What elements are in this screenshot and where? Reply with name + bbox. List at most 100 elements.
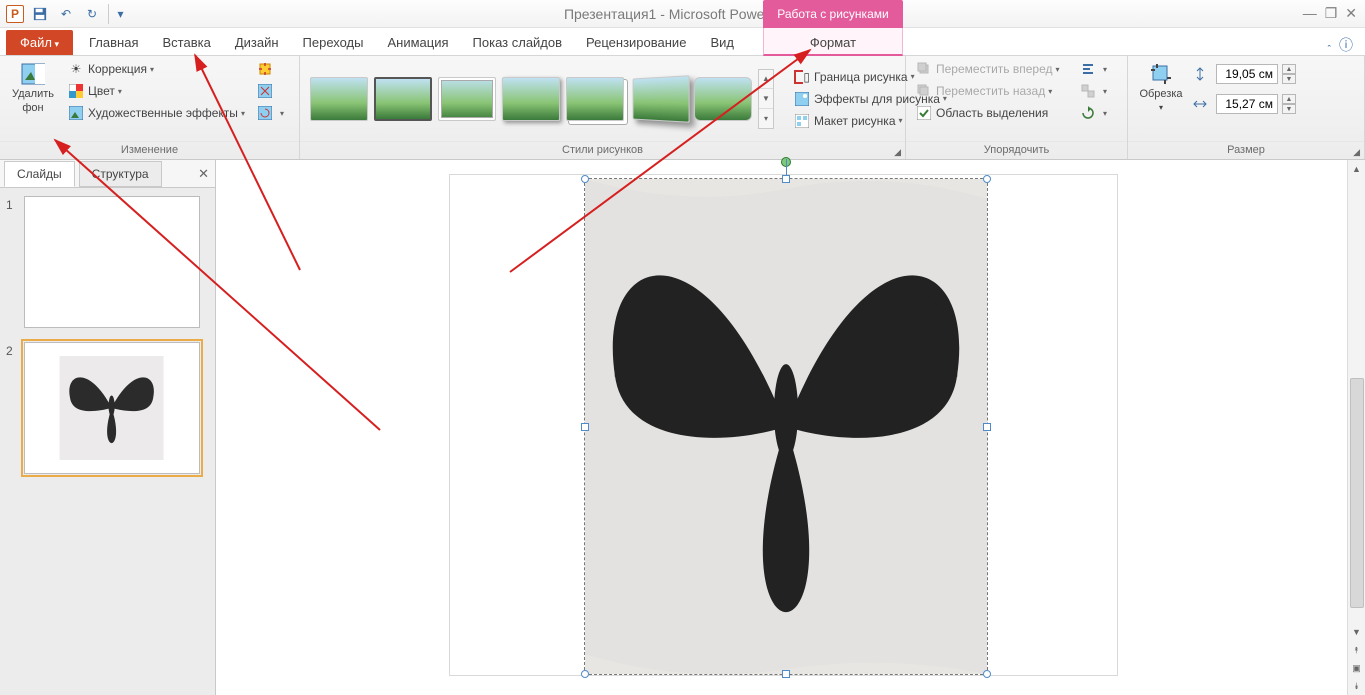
color-button[interactable]: Цвет▾ <box>64 82 249 100</box>
bring-forward-icon <box>916 61 932 77</box>
height-input[interactable] <box>1216 64 1278 84</box>
tab-outline[interactable]: Структура <box>79 161 162 187</box>
slide-thumbnail-2[interactable] <box>24 342 200 474</box>
compress-pictures-button[interactable] <box>253 60 288 78</box>
resize-handle-w[interactable] <box>581 423 589 431</box>
group-icon <box>1080 83 1096 99</box>
tab-animation[interactable]: Анимация <box>376 30 461 55</box>
compress-icon <box>257 61 273 77</box>
gallery-more-button[interactable]: ▲▼▾ <box>758 69 774 129</box>
group-objects-button[interactable]: ▾ <box>1076 82 1111 100</box>
style-thumb[interactable] <box>694 77 752 121</box>
window-title: Презентация1 - Microsoft PowerPoint <box>0 6 1365 22</box>
file-tab[interactable]: Файл <box>6 30 73 55</box>
resize-handle-s[interactable] <box>782 670 790 678</box>
spin-up-icon[interactable]: ▲ <box>1282 94 1296 104</box>
app-logo-icon[interactable]: P <box>6 5 24 23</box>
undo-icon[interactable]: ↶ <box>56 4 76 24</box>
minimize-icon[interactable]: — <box>1303 5 1317 22</box>
tab-insert[interactable]: Вставка <box>150 30 222 55</box>
remove-background-button[interactable]: Удалить фон <box>6 60 60 114</box>
redo-icon[interactable]: ↻ <box>82 4 102 24</box>
picture-styles-gallery[interactable]: ▲▼▾ <box>306 65 778 133</box>
spin-down-icon[interactable]: ▼ <box>1282 104 1296 114</box>
save-icon[interactable] <box>30 4 50 24</box>
spin-up-icon[interactable]: ▲ <box>1282 64 1296 74</box>
style-thumb[interactable] <box>438 77 496 121</box>
window-controls: — ❐ ✕ <box>1303 5 1365 22</box>
width-input[interactable] <box>1216 94 1278 114</box>
resize-handle-se[interactable] <box>983 670 991 678</box>
qat-more-icon[interactable]: ▾ <box>108 4 128 24</box>
align-button[interactable]: ▾ <box>1076 60 1111 78</box>
resize-handle-n[interactable] <box>782 175 790 183</box>
prev-slide-icon[interactable]: ⯭ <box>1348 641 1365 659</box>
artistic-effects-button[interactable]: Художественные эффекты▾ <box>64 104 249 122</box>
selection-pane-button[interactable]: Область выделения <box>912 104 1072 122</box>
resize-handle-nw[interactable] <box>581 175 589 183</box>
doc-name: Презентация1 <box>564 6 656 22</box>
quick-access-toolbar: P ↶ ↻ ▾ <box>0 4 134 24</box>
corrections-button[interactable]: ☀ Коррекция▾ <box>64 60 249 78</box>
bring-forward-button[interactable]: Переместить вперед▾ <box>912 60 1072 78</box>
slide-thumb-row: 2 <box>6 342 209 474</box>
spin-down-icon[interactable]: ▼ <box>1282 74 1296 84</box>
close-panel-icon[interactable]: ✕ <box>198 166 209 182</box>
ribbon: Удалить фон ☀ Коррекция▾ Цвет▾ <box>0 56 1365 160</box>
rotate-button[interactable]: ▾ <box>1076 104 1111 122</box>
tab-review[interactable]: Рецензирование <box>574 30 698 55</box>
reset-picture-icon <box>257 105 273 121</box>
artistic-effects-icon <box>68 105 84 121</box>
style-thumb[interactable] <box>502 77 560 121</box>
resize-handle-sw[interactable] <box>581 670 589 678</box>
send-backward-button[interactable]: Переместить назад▾ <box>912 82 1072 100</box>
group-label-styles: Стили рисунков ◢ <box>300 141 905 159</box>
dialog-launcher-icon[interactable]: ◢ <box>1353 144 1360 161</box>
scroll-thumb[interactable] <box>1350 378 1364 608</box>
tab-view[interactable]: Вид <box>698 30 746 55</box>
slides-panel: Слайды Структура ✕ 1 2 <box>0 160 216 695</box>
rotate-icon <box>1080 105 1096 121</box>
picture-effects-icon <box>794 91 810 107</box>
slide-thumbnail-1[interactable] <box>24 196 200 328</box>
tab-home[interactable]: Главная <box>77 30 150 55</box>
group-arrange: Переместить вперед▾ Переместить назад▾ О… <box>906 56 1128 159</box>
style-thumb[interactable] <box>310 77 368 121</box>
tab-slides[interactable]: Слайды <box>4 161 75 187</box>
group-adjust: Удалить фон ☀ Коррекция▾ Цвет▾ <box>0 56 300 159</box>
collapse-ribbon-icon[interactable]: ꞈ <box>1327 35 1331 55</box>
scroll-track[interactable] <box>1350 178 1364 623</box>
resize-handle-e[interactable] <box>983 423 991 431</box>
format-tab-container: Формат <box>763 28 903 56</box>
height-field: ▲▼ <box>1192 64 1296 84</box>
change-picture-button[interactable] <box>253 82 288 100</box>
butterfly-thumbnail-icon <box>42 356 181 460</box>
scroll-down-icon[interactable]: ▼ <box>1348 623 1365 641</box>
help-icon[interactable]: ⓘ <box>1339 35 1353 55</box>
style-thumb[interactable] <box>633 75 690 123</box>
group-label-adjust: Изменение <box>0 141 299 159</box>
vertical-scrollbar[interactable]: ▲ ▼ ⯭ ▣ ⯯ <box>1347 160 1365 695</box>
tab-transitions[interactable]: Переходы <box>291 30 376 55</box>
dialog-launcher-icon[interactable]: ◢ <box>894 144 901 161</box>
resize-handle-ne[interactable] <box>983 175 991 183</box>
scroll-up-icon[interactable]: ▲ <box>1348 160 1365 178</box>
crop-icon <box>1149 62 1173 86</box>
send-backward-icon <box>916 83 932 99</box>
tab-slideshow[interactable]: Показ слайдов <box>461 30 575 55</box>
close-icon[interactable]: ✕ <box>1345 5 1357 22</box>
tab-format[interactable]: Формат <box>810 31 856 54</box>
next-slide-icon[interactable]: ⯯ <box>1348 677 1365 695</box>
side-tabs: Слайды Структура ✕ <box>0 160 215 188</box>
slide-number: 1 <box>6 196 18 212</box>
slide-nav-icon[interactable]: ▣ <box>1348 659 1365 677</box>
width-icon <box>1192 96 1208 112</box>
reset-picture-button[interactable]: ▾ <box>253 104 288 122</box>
tab-design[interactable]: Дизайн <box>223 30 291 55</box>
style-thumb[interactable] <box>374 77 432 121</box>
crop-button[interactable]: Обрезка ▾ <box>1134 60 1188 114</box>
selected-picture[interactable] <box>584 178 988 675</box>
style-thumb[interactable] <box>566 77 624 121</box>
restore-icon[interactable]: ❐ <box>1325 5 1338 22</box>
slide-thumbnails: 1 2 <box>0 188 215 695</box>
